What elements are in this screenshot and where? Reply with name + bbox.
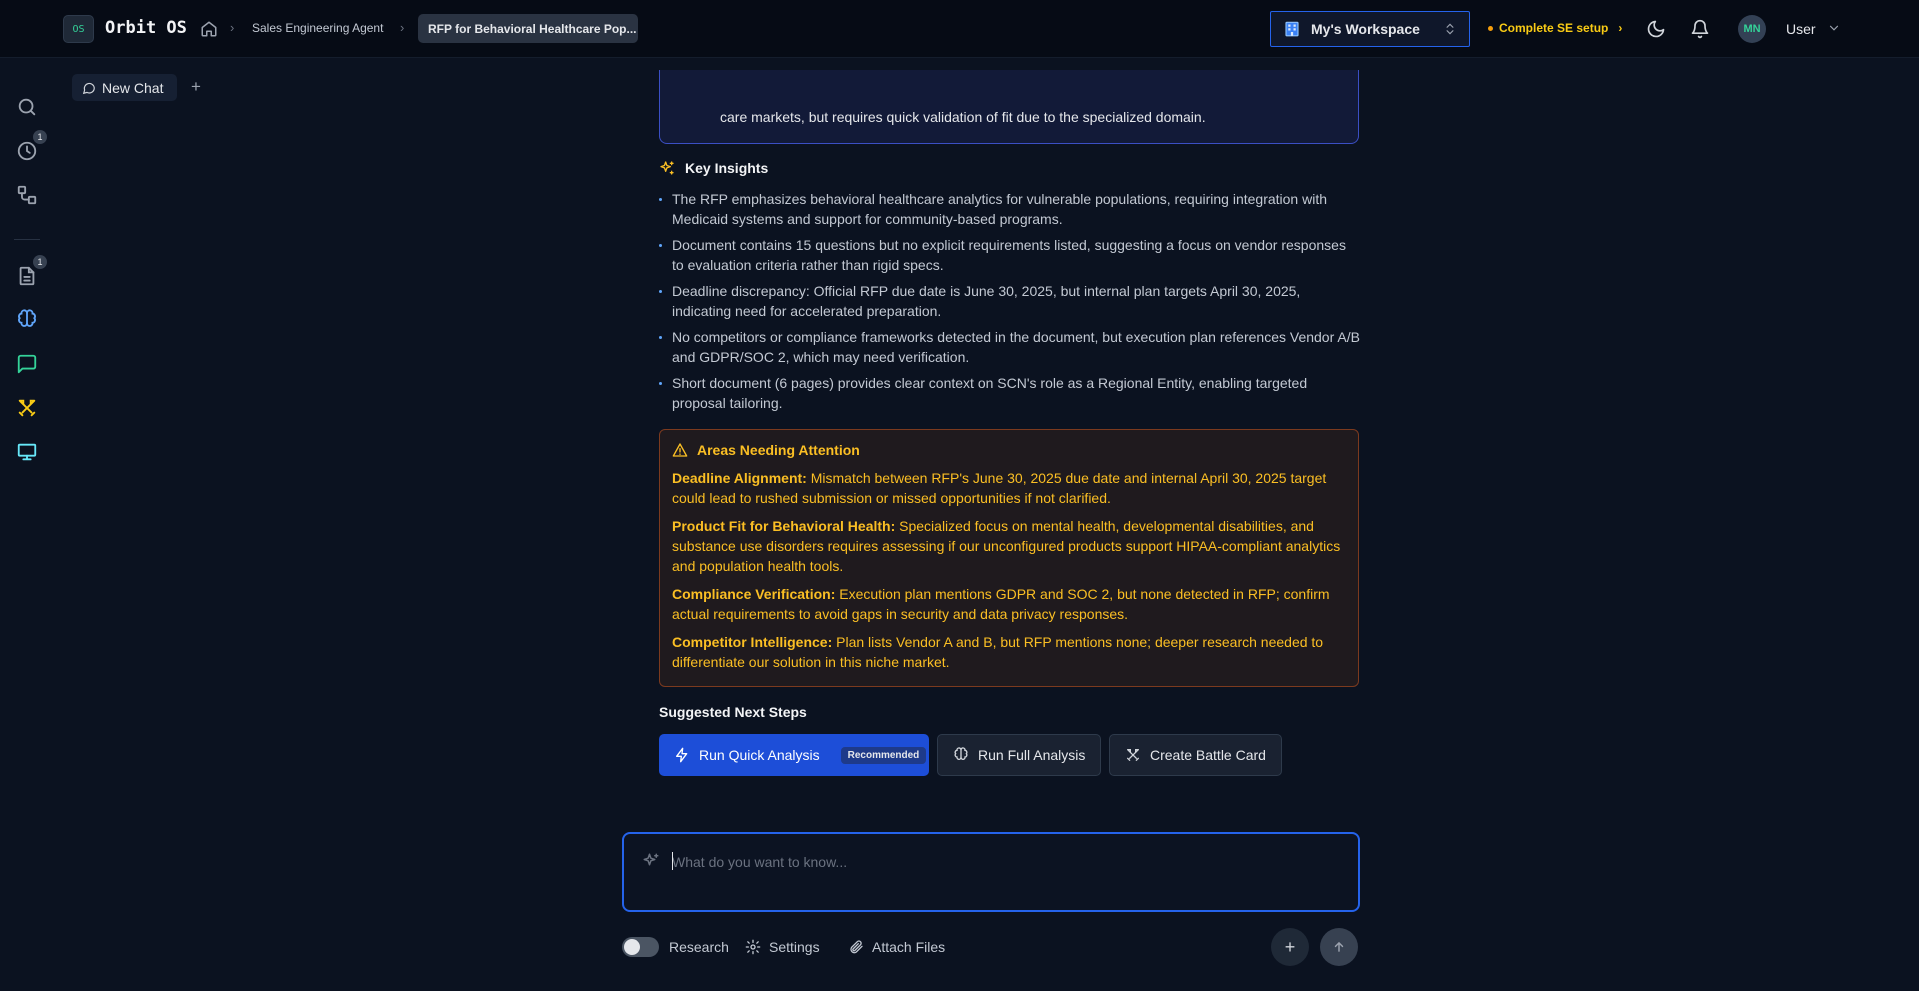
insight-text: Deadline discrepancy: Official RFP due d… [672, 283, 1301, 319]
rail-divider [14, 239, 40, 240]
run-quick-analysis-button[interactable]: Run Quick Analysis Recommended [659, 734, 929, 776]
document-icon[interactable] [16, 265, 38, 287]
brain-icon [954, 747, 968, 760]
next-steps-title: Suggested Next Steps [659, 704, 807, 720]
text-caret [672, 852, 673, 870]
bullet [659, 198, 662, 201]
breadcrumb-item-current[interactable]: RFP for Behavioral Healthcare Pop... [418, 14, 638, 43]
sparkles-icon [660, 161, 674, 175]
arrow-up-icon [1334, 941, 1344, 952]
attention-item: Competitor Intelligence: Plan lists Vend… [672, 632, 1346, 672]
tab-label: New Chat [102, 79, 164, 96]
recommended-badge: Recommended [840, 746, 927, 764]
paperclip-icon[interactable] [848, 939, 864, 955]
attention-title: Areas Needing Attention [697, 442, 860, 458]
attention-heading: Areas Needing Attention [672, 442, 1346, 458]
list-item: Document contains 15 questions but no ex… [659, 235, 1361, 275]
chevron-down-icon[interactable] [1827, 20, 1841, 36]
complete-setup-link[interactable]: Complete SE setup › [1488, 21, 1622, 35]
chat-input-box[interactable] [622, 832, 1360, 912]
chevron-right-icon: › [400, 20, 405, 35]
user-name[interactable]: User [1786, 21, 1816, 37]
add-tab-button[interactable]: + [188, 78, 204, 96]
chevron-right-icon: › [230, 20, 235, 35]
attention-item: Product Fit for Behavioral Health: Speci… [672, 516, 1346, 576]
building-icon [1285, 21, 1299, 37]
list-item: Deadline discrepancy: Official RFP due d… [659, 281, 1361, 321]
swords-icon[interactable] [16, 397, 38, 419]
app-logo[interactable]: OS [63, 15, 94, 43]
toggle-knob [624, 939, 640, 955]
zap-icon [676, 747, 688, 763]
chat-input[interactable] [672, 850, 1332, 874]
status-dot [1488, 25, 1493, 31]
attention-item: Compliance Verification: Execution plan … [672, 584, 1346, 624]
warning-icon [672, 443, 688, 457]
bullet [659, 244, 662, 247]
documents-badge: 1 [33, 255, 47, 269]
research-toggle[interactable] [622, 937, 659, 957]
workflow-icon[interactable] [16, 184, 38, 206]
insight-text: The RFP emphasizes behavioral healthcare… [672, 191, 1327, 227]
top-bar: OS Orbit OS › Sales Engineering Agent › … [0, 0, 1919, 58]
attention-label: Compliance Verification: [672, 586, 836, 602]
message-circle-icon [82, 82, 95, 94]
summary-text: care markets, but requires quick validat… [720, 109, 1206, 125]
sparkles-icon [643, 853, 659, 866]
setup-label: Complete SE setup [1499, 21, 1609, 35]
run-full-analysis-label: Run Full Analysis [978, 747, 1086, 763]
list-item: Short document (6 pages) provides clear … [659, 373, 1361, 413]
list-item: The RFP emphasizes behavioral healthcare… [659, 189, 1361, 229]
send-button[interactable] [1320, 928, 1358, 966]
insight-text: Short document (6 pages) provides clear … [672, 375, 1308, 411]
bullet [659, 336, 662, 339]
moon-icon[interactable] [1646, 19, 1666, 39]
attention-label: Product Fit for Behavioral Health: [672, 518, 896, 534]
attach-files-button[interactable]: Attach Files [872, 939, 945, 955]
attention-label: Competitor Intelligence: [672, 634, 833, 650]
run-quick-analysis-label: Run Quick Analysis [699, 747, 820, 763]
presentation-icon[interactable] [16, 441, 38, 463]
key-insights-heading: Key Insights [659, 160, 768, 176]
avatar[interactable]: MN [1738, 15, 1766, 43]
create-battle-card-button[interactable]: Create Battle Card [1109, 734, 1282, 776]
key-insights-title: Key Insights [685, 160, 769, 176]
create-battle-card-label: Create Battle Card [1150, 747, 1266, 763]
chevrons-up-down-icon [1446, 23, 1454, 35]
attention-panel: Areas Needing Attention Deadline Alignme… [659, 429, 1359, 687]
home-icon[interactable] [200, 20, 218, 38]
bullet [659, 382, 662, 385]
bell-icon[interactable] [1690, 19, 1710, 39]
research-label[interactable]: Research [669, 939, 729, 955]
insight-text: Document contains 15 questions but no ex… [672, 237, 1346, 273]
history-badge: 1 [33, 130, 47, 144]
search-icon[interactable] [16, 96, 38, 118]
insights-list: The RFP emphasizes behavioral healthcare… [659, 189, 1361, 419]
gear-icon[interactable] [745, 939, 761, 955]
breadcrumb-item-agent[interactable]: Sales Engineering Agent [252, 21, 383, 35]
swords-icon [1127, 749, 1139, 761]
summary-card [659, 70, 1359, 144]
app-name[interactable]: Orbit OS [105, 18, 187, 38]
attention-item: Deadline Alignment: Mismatch between RFP… [672, 468, 1346, 508]
attention-label: Deadline Alignment: [672, 470, 807, 486]
workspace-selector[interactable]: My's Workspace [1270, 11, 1470, 47]
history-icon[interactable] [16, 140, 38, 162]
tab-new-chat[interactable]: New Chat [72, 74, 177, 101]
brain-icon[interactable] [16, 309, 38, 331]
bullet [659, 290, 662, 293]
chat-icon[interactable] [16, 353, 38, 375]
plus-icon: + [1284, 936, 1296, 957]
chevron-right-icon: › [1618, 21, 1623, 35]
add-button[interactable]: + [1271, 928, 1309, 966]
settings-button[interactable]: Settings [769, 939, 820, 955]
run-full-analysis-button[interactable]: Run Full Analysis [937, 734, 1101, 776]
list-item: No competitors or compliance frameworks … [659, 327, 1361, 367]
insight-text: No competitors or compliance frameworks … [672, 329, 1360, 365]
left-rail: 1 1 [0, 58, 54, 991]
workspace-label: My's Workspace [1311, 21, 1420, 37]
